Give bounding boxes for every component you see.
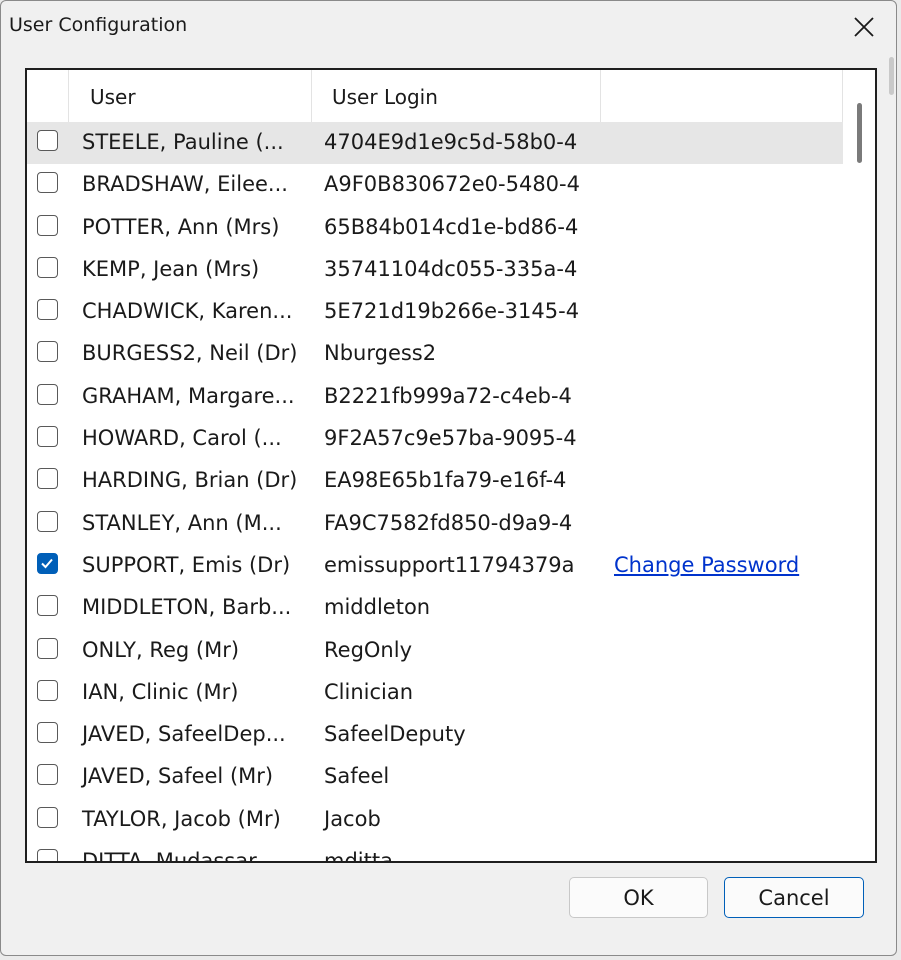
row-checkbox[interactable] [37,595,58,617]
row-checkbox[interactable] [37,849,58,861]
user-name-cell: ONLY, Reg (Mr) [82,637,240,662]
table-row[interactable]: STANLEY, Ann (M... FA9C7582fd850-d9a9-4 [27,503,843,545]
change-password-link[interactable]: Change Password [614,545,799,585]
user-login-cell: Clinician [324,679,414,704]
table-row[interactable]: HARDING, Brian (Dr) EA98E65b1fa79-e16f-4 [27,460,843,502]
header-extra-column [601,70,843,122]
table-row[interactable]: CHADWICK, Karen... 5E721d19b266e-3145-4 [27,291,843,333]
row-checkbox[interactable] [37,764,58,786]
user-login-cell: Jacob [324,806,381,831]
user-login-cell: RegOnly [324,637,412,662]
table-row[interactable]: DITTA, Mudassar... mditta [27,841,843,863]
table-row[interactable]: JAVED, Safeel (Mr) Safeel [27,756,843,798]
user-name-cell: IAN, Clinic (Mr) [82,679,239,704]
ok-button[interactable]: OK [569,877,708,918]
user-list: User User Login STEELE, Pauline (... 4704… [25,68,877,863]
table-row[interactable]: KEMP, Jean (Mrs) 35741104dc055-335a-4 [27,249,843,291]
cancel-button[interactable]: Cancel [724,877,864,918]
row-checkbox[interactable] [37,172,58,194]
list-header: User User Login [27,70,843,123]
row-checkbox[interactable] [37,214,58,236]
user-login-cell: 4704E9d1e9c5d-58b0-4 [324,130,578,154]
user-name-cell: MIDDLETON, Barb... [82,595,292,620]
user-name-cell: HOWARD, Carol (... [82,426,282,451]
close-button[interactable] [836,7,892,47]
user-login-cell: 5E721d19b266e-3145-4 [324,299,580,324]
user-name-cell: JAVED, Safeel (Mr) [82,764,274,789]
row-checkbox[interactable] [37,510,58,532]
list-scrollbar-thumb[interactable] [857,103,862,163]
dialog-title: User Configuration [9,14,188,36]
dialog-scrollbar[interactable] [889,57,894,95]
row-checkbox[interactable] [37,468,58,490]
user-login-cell: FA9C7582fd850-d9a9-4 [324,510,573,535]
table-row[interactable]: MIDDLETON, Barb... middleton [27,587,843,629]
row-checkbox[interactable] [37,722,58,744]
user-login-cell: Nburgess2 [324,341,437,366]
row-checkbox[interactable] [37,552,58,574]
close-icon [854,17,874,37]
row-checkbox[interactable] [37,426,58,448]
user-name-cell: CHADWICK, Karen... [82,299,293,324]
user-login-cell: emissupport11794379a [324,552,575,577]
user-login-cell: A9F0B830672e0-5480-4 [324,172,580,197]
row-checkbox[interactable] [37,130,58,151]
row-checkbox[interactable] [37,679,58,701]
table-row[interactable]: IAN, Clinic (Mr) Clinician [27,672,843,714]
user-login-cell: SafeelDeputy [324,722,466,747]
table-row[interactable]: SUPPORT, Emis (Dr) emissupport11794379a Ch… [27,545,843,587]
user-name-cell: KEMP, Jean (Mrs) [82,256,260,281]
list-rows: STEELE, Pauline (... 4704E9d1e9c5d-58b0-4… [27,122,843,863]
table-row[interactable]: JAVED, SafeelDep... SafeelDeputy [27,714,843,756]
user-name-cell: TAYLOR, Jacob (Mr) [82,806,281,831]
table-row[interactable]: GRAHAM, Margare... B2221fb999a72-c4eb-4 [27,376,843,418]
header-checkbox-column[interactable] [27,70,69,122]
row-checkbox[interactable] [37,383,58,405]
list-scrollbar[interactable] [843,70,875,861]
user-name-cell: POTTER, Ann (Mrs) [82,214,280,239]
header-user[interactable]: User [69,70,312,122]
row-checkbox[interactable] [37,341,58,363]
user-name-cell: GRAHAM, Margare... [82,383,295,408]
row-checkbox[interactable] [37,256,58,278]
row-checkbox[interactable] [37,299,58,321]
user-login-cell: middleton [324,595,431,620]
user-login-cell: 9F2A57c9e57ba-9095-4 [324,426,577,451]
user-name-cell: BRADSHAW, Eilee... [82,172,288,197]
table-row[interactable]: BURGESS2, Neil (Dr) Nburgess2 [27,333,843,375]
user-login-cell: Safeel [324,764,390,789]
row-checkbox[interactable] [37,637,58,659]
header-user-login[interactable]: User Login [312,70,601,122]
user-name-cell: STANLEY, Ann (M... [82,510,282,535]
user-login-cell: B2221fb999a72-c4eb-4 [324,383,572,408]
checkmark-icon [41,558,53,569]
user-name-cell: BURGESS2, Neil (Dr) [82,341,298,366]
user-name-cell: HARDING, Brian (Dr) [82,468,298,493]
user-name-cell: DITTA, Mudassar... [82,849,275,863]
table-row[interactable]: ONLY, Reg (Mr) RegOnly [27,630,843,672]
user-name-cell: JAVED, SafeelDep... [82,722,286,747]
table-row[interactable]: BRADSHAW, Eilee... A9F0B830672e0-5480-4 [27,164,843,206]
table-row[interactable]: HOWARD, Carol (... 9F2A57c9e57ba-9095-4 [27,418,843,460]
row-checkbox[interactable] [37,806,58,828]
user-login-cell: mditta [324,849,393,863]
table-row[interactable]: STEELE, Pauline (... 4704E9d1e9c5d-58b0-4 [27,122,843,165]
user-login-cell: EA98E65b1fa79-e16f-4 [324,468,567,493]
user-login-cell: 35741104dc055-335a-4 [324,256,578,281]
user-name-cell: STEELE, Pauline (... [82,130,284,154]
user-login-cell: 65B84b014cd1e-bd86-4 [324,214,579,239]
user-name-cell: SUPPORT, Emis (Dr) [82,552,291,577]
table-row[interactable]: POTTER, Ann (Mrs) 65B84b014cd1e-bd86-4 [27,207,843,249]
table-row[interactable]: TAYLOR, Jacob (Mr) Jacob [27,799,843,841]
user-configuration-dialog: User Configuration User User Login STEEL… [0,0,897,956]
